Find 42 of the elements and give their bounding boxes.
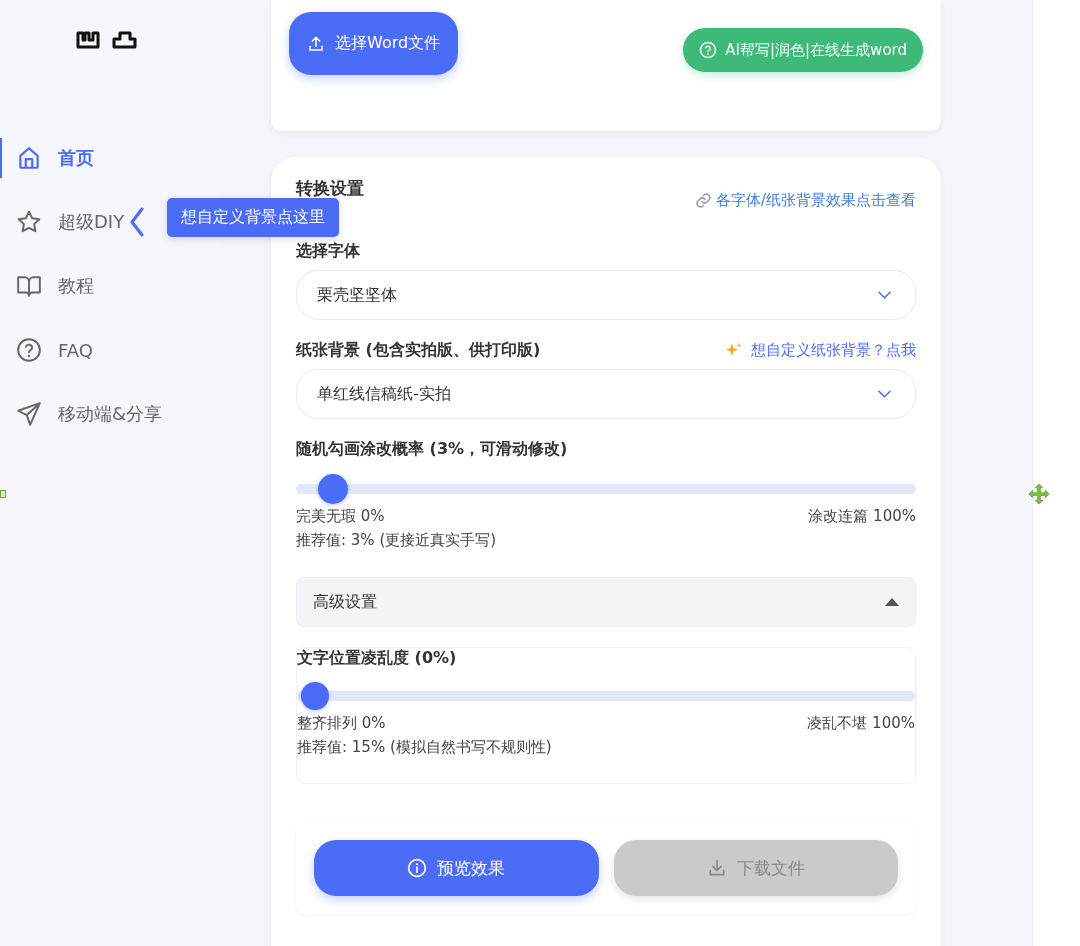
- field-label: 选择字体: [296, 241, 361, 262]
- upload-icon: [307, 34, 325, 53]
- field-label: 纸张背景 (包含实拍版、供打印版): [296, 340, 541, 361]
- recommend-hint: 推荐值: 3% (更接近真实手写): [296, 530, 498, 551]
- nav-item[interactable]: 首页: [0, 138, 94, 178]
- select-word-button[interactable]: 选择Word文件: [289, 12, 459, 75]
- field-label: 随机勾画涂改概率 (3%，可滑动修改): [296, 439, 569, 460]
- nav-item[interactable]: 教程: [0, 266, 94, 306]
- chevron-down-icon: [878, 291, 891, 299]
- custom-paper-link[interactable]: 想自定义纸张背景？点我: [724, 341, 916, 360]
- font-preview-link[interactable]: 各字体/纸张背景效果点击查看: [694, 191, 916, 210]
- field-label: 文字位置凌乱度 (0%): [297, 648, 458, 669]
- section-title: 转换设置: [296, 177, 364, 200]
- info-icon: [407, 858, 428, 878]
- help-icon: [699, 41, 718, 59]
- recommend-hint: 推荐值: 15% (模拟自然书写不规则性): [297, 737, 553, 758]
- slider-thumb[interactable]: [317, 474, 348, 504]
- nav-item[interactable]: FAQ: [0, 330, 93, 370]
- advanced-toggle[interactable]: 高级设置: [296, 577, 916, 627]
- caret-up-icon: [885, 598, 899, 606]
- nav-item[interactable]: 超级DIY: [0, 202, 125, 242]
- range-min-label: 整齐排列 0%: [297, 713, 386, 734]
- chevron-down-icon: [878, 390, 891, 398]
- range-min-label: 完美无瑕 0%: [296, 506, 385, 527]
- slider-thumb[interactable]: [301, 682, 329, 710]
- send-icon: [16, 401, 42, 427]
- paper-select[interactable]: 单红线信稿纸-实拍: [296, 369, 916, 419]
- preview-button[interactable]: 预览效果: [314, 840, 599, 896]
- star-icon: [16, 209, 42, 235]
- home-icon: [16, 145, 42, 171]
- link-icon: [694, 192, 712, 209]
- move-cursor-icon: [1028, 483, 1050, 505]
- handle-icon: [0, 490, 6, 498]
- logo-icon: [76, 30, 138, 50]
- chevron-left-icon: [130, 207, 145, 237]
- font-select[interactable]: 栗壳坚坚体: [296, 270, 916, 320]
- range-max-label: 涂改连篇 100%: [808, 506, 916, 527]
- help-icon: [16, 337, 42, 363]
- tooltip: 想自定义背景点这里: [167, 198, 339, 237]
- nav-item[interactable]: 移动端&分享: [0, 394, 163, 434]
- book-icon: [16, 273, 42, 299]
- range-max-label: 凌乱不堪 100%: [807, 713, 915, 734]
